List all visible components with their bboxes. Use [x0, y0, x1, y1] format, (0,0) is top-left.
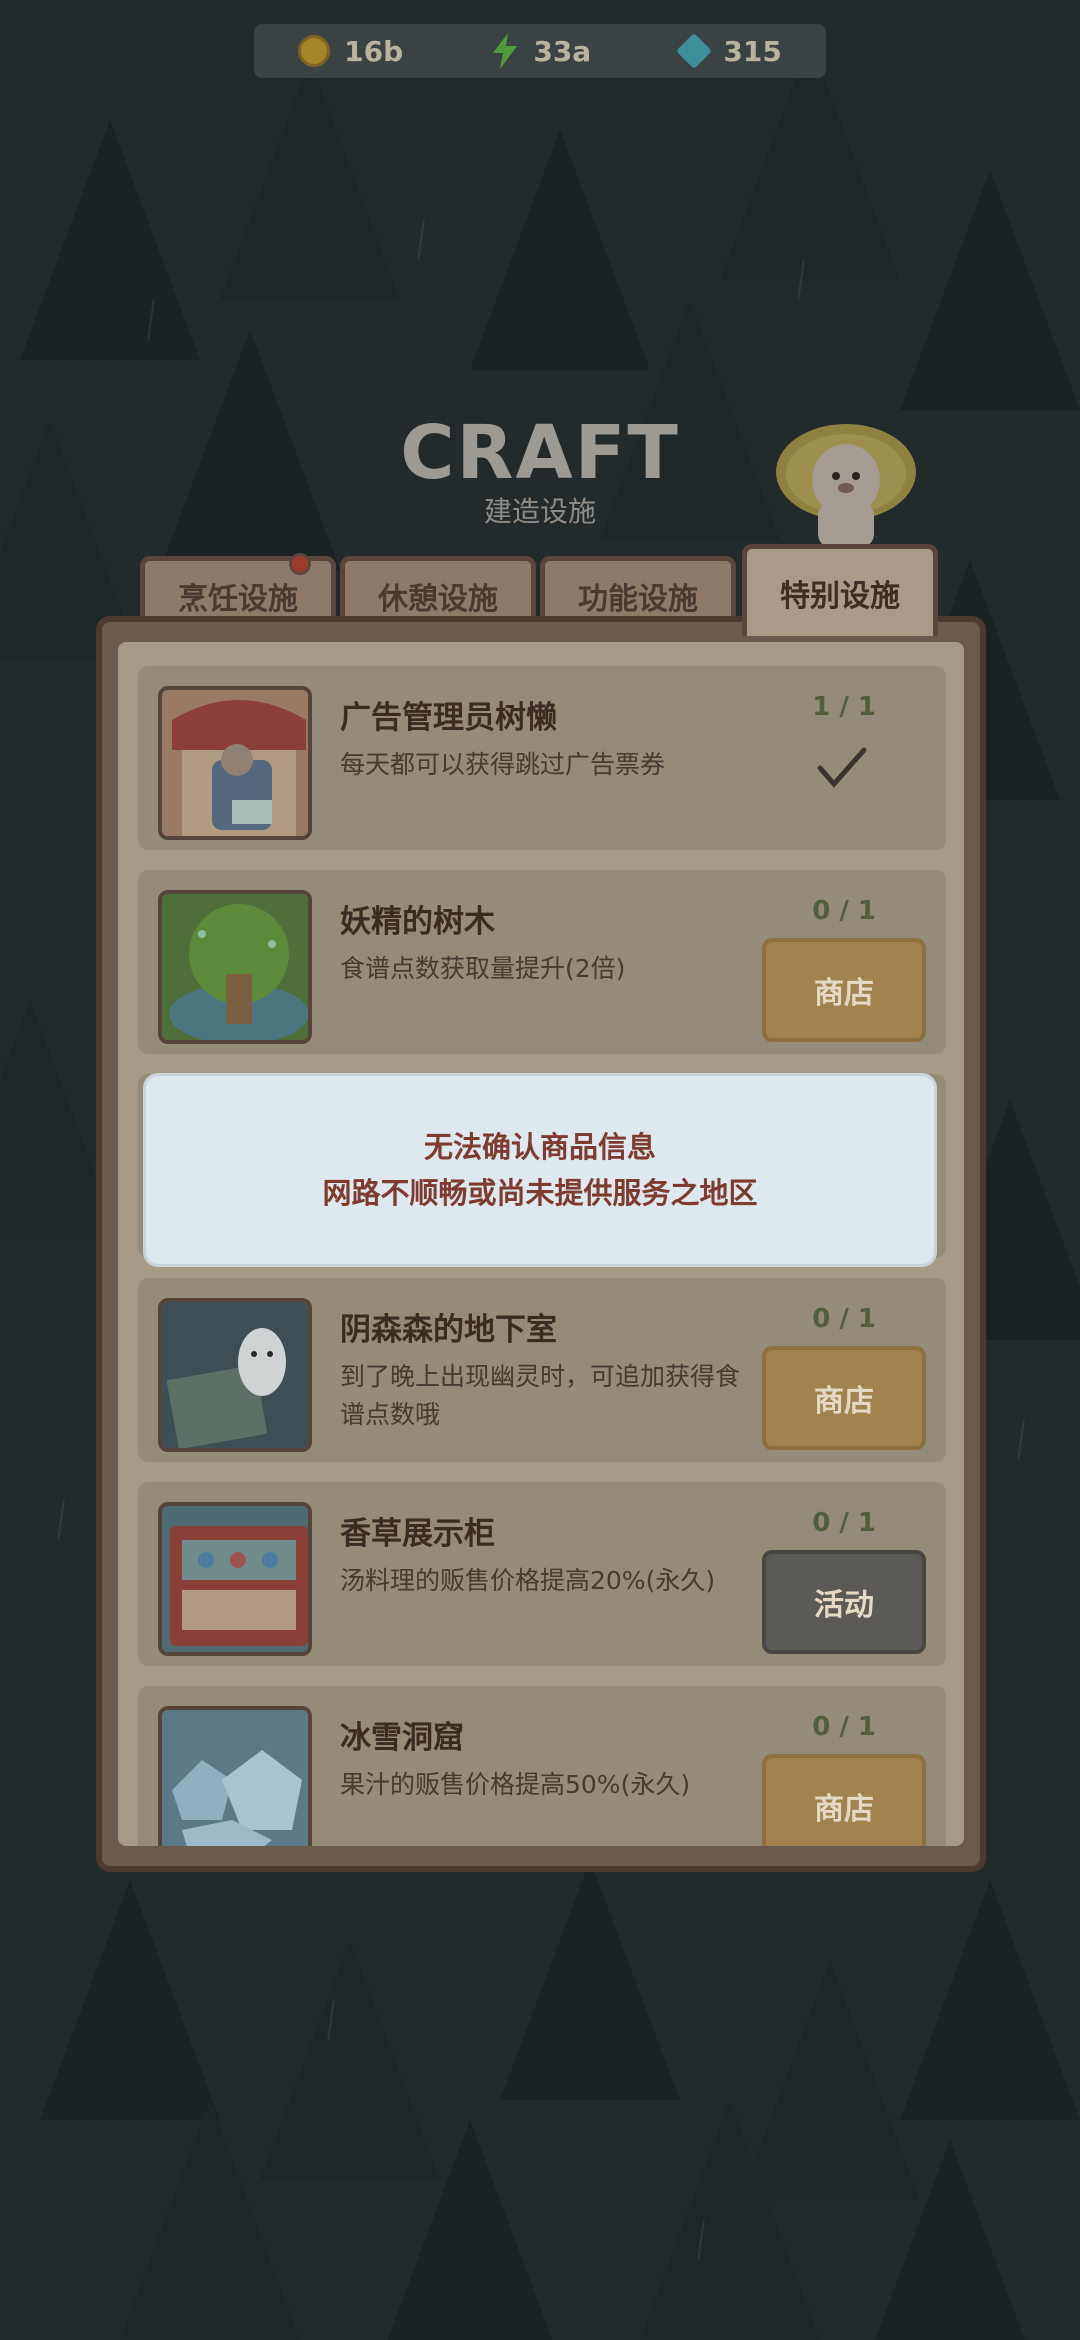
currency-bar: 16b 33a 315: [254, 24, 826, 78]
facility-thumbnail: [158, 686, 312, 840]
facility-count: 0 / 1: [812, 1712, 876, 1742]
facility-name: 广告管理员树懒: [340, 700, 557, 736]
tab-label: 特别设施: [780, 578, 900, 614]
facility-count: 0 / 1: [812, 896, 876, 926]
facility-count: 1 / 1: [812, 692, 876, 722]
facility-description: 到了晚上出现幽灵时，可追加获得食谱点数哦: [340, 1362, 741, 1429]
facility-thumbnail: [158, 1298, 312, 1452]
mascot-character: [772, 418, 920, 548]
error-toast: 无法确认商品信息 网路不顺畅或尚未提供服务之地区: [146, 1076, 934, 1264]
tab-special[interactable]: 特别设施: [742, 544, 938, 636]
facility-thumbnail: [158, 1502, 312, 1656]
notification-badge: [289, 553, 311, 575]
facility-thumbnail: [158, 890, 312, 1044]
gem-icon: [676, 32, 713, 70]
tab-label: 烹饪设施: [178, 581, 298, 617]
toast-line-2: 网路不顺畅或尚未提供服务之地区: [322, 1176, 758, 1210]
list-item: 阴森森的地下室 到了晚上出现幽灵时，可追加获得食谱点数哦 0 / 1 商店: [138, 1278, 946, 1462]
shop-button[interactable]: 商店: [762, 1754, 926, 1846]
coin-counter[interactable]: 16b: [298, 35, 403, 68]
checkmark-icon: [816, 746, 868, 794]
shop-button[interactable]: 商店: [762, 938, 926, 1042]
facility-description: 汤料理的贩售价格提高20%(永久): [340, 1566, 716, 1595]
coin-icon: [298, 35, 331, 67]
shop-button[interactable]: 商店: [762, 1346, 926, 1450]
coin-value: 16b: [344, 34, 404, 68]
facility-description: 每天都可以获得跳过广告票券: [340, 750, 666, 779]
list-item: 妖精的树木 食谱点数获取量提升(2倍) 0 / 1 商店: [138, 870, 946, 1054]
facility-description: 食谱点数获取量提升(2倍): [340, 954, 626, 983]
facility-thumbnail: [158, 1706, 312, 1846]
lightning-icon: [491, 33, 519, 69]
gem-value: 315: [723, 34, 782, 68]
list-item: 冰雪洞窟 果汁的贩售价格提高50%(永久) 0 / 1 商店: [138, 1686, 946, 1846]
gem-counter[interactable]: 315: [676, 32, 782, 70]
tab-label: 功能设施: [578, 581, 698, 617]
energy-value: 33a: [533, 34, 592, 68]
facility-name: 冰雪洞窟: [340, 1720, 464, 1756]
facility-description: 果汁的贩售价格提高50%(永久): [340, 1770, 691, 1799]
facility-name: 阴森森的地下室: [340, 1312, 557, 1348]
tab-label: 休憩设施: [378, 581, 498, 617]
facility-count: 0 / 1: [812, 1304, 876, 1334]
facility-name: 妖精的树木: [340, 904, 495, 940]
toast-line-1: 无法确认商品信息: [423, 1130, 656, 1164]
event-button[interactable]: 活动: [762, 1550, 926, 1654]
list-item: 广告管理员树懒 每天都可以获得跳过广告票券 1 / 1: [138, 666, 946, 850]
facility-name: 香草展示柜: [340, 1516, 495, 1552]
list-item: 香草展示柜 汤料理的贩售价格提高20%(永久) 0 / 1 活动: [138, 1482, 946, 1666]
energy-counter[interactable]: 33a: [491, 33, 591, 69]
facility-count: 0 / 1: [812, 1508, 876, 1538]
